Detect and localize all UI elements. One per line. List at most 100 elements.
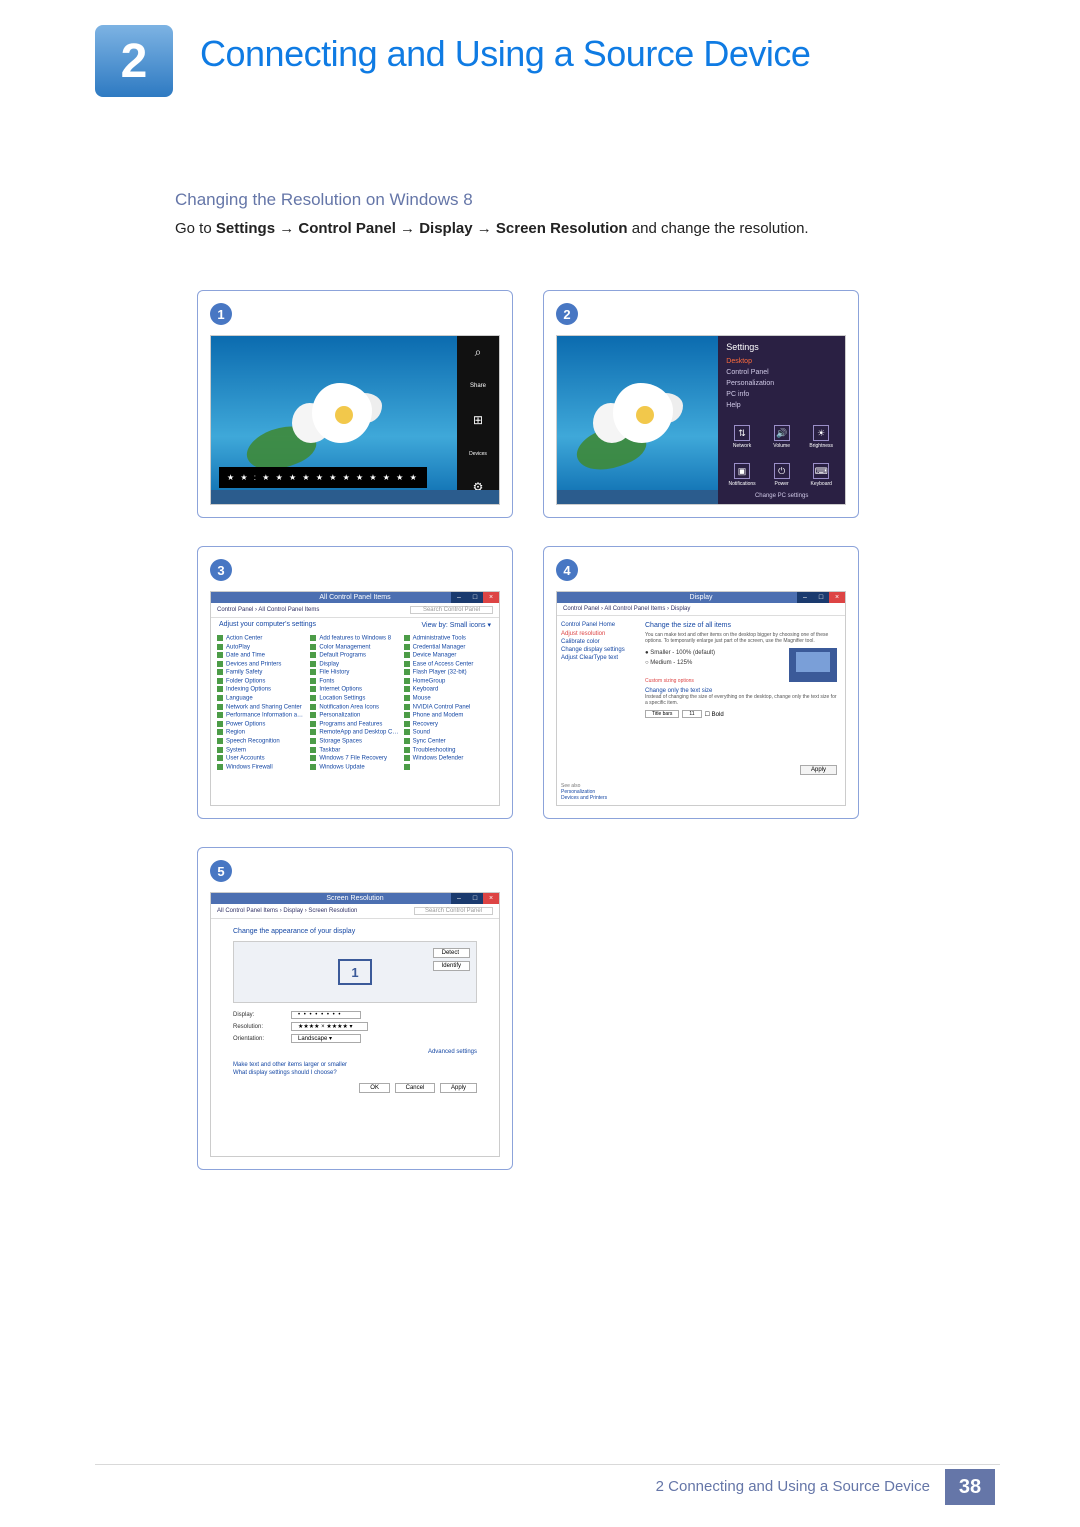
brightness-icon[interactable]: ☀Brightness (805, 425, 837, 449)
taskbar[interactable] (557, 490, 718, 504)
power-icon[interactable]: ⏻Power (766, 463, 798, 487)
sidebar-link[interactable]: Calibrate color (561, 638, 633, 646)
settings-item[interactable]: Personalization (726, 378, 837, 389)
control-panel-item[interactable]: Windows 7 File Recovery (310, 755, 399, 762)
keyboard-icon[interactable]: ⌨Keyboard (805, 463, 837, 487)
control-panel-item[interactable]: Windows Update (310, 764, 399, 771)
control-panel-item[interactable]: Recovery (404, 721, 493, 728)
search-icon[interactable]: ⌕ (457, 336, 499, 370)
control-panel-item[interactable]: Flash Player (32-bit) (404, 669, 493, 676)
search-input[interactable]: Search Control Panel (410, 606, 493, 614)
maximize-icon[interactable]: □ (467, 893, 483, 904)
control-panel-item[interactable]: Administrative Tools (404, 635, 493, 642)
notifications-icon[interactable]: ▣Notifications (726, 463, 758, 487)
close-icon[interactable]: × (829, 592, 845, 603)
advanced-settings-link[interactable]: Advanced settings (233, 1049, 477, 1055)
breadcrumb[interactable]: Control Panel › All Control Panel Items … (557, 603, 845, 616)
display-help-link[interactable]: What display settings should I choose? (233, 1069, 477, 1077)
apply-button[interactable]: Apply (800, 765, 837, 775)
minimize-icon[interactable]: – (451, 592, 467, 603)
control-panel-item[interactable]: Ease of Access Center (404, 661, 493, 668)
charms-bar[interactable]: ⌕ Share ⊞ Devices ⚙ (457, 336, 499, 504)
cancel-button[interactable]: Cancel (395, 1083, 436, 1093)
control-panel-item[interactable]: Color Management (310, 644, 399, 651)
control-panel-item[interactable]: Language (217, 695, 306, 702)
settings-item[interactable]: Help (726, 400, 837, 411)
control-panel-item[interactable]: Speech Recognition (217, 738, 306, 745)
control-panel-item[interactable]: Action Center (217, 635, 306, 642)
control-panel-item[interactable]: Display (310, 661, 399, 668)
control-panel-item[interactable]: Indexing Options (217, 686, 306, 693)
start-icon[interactable]: ⊞ (457, 403, 499, 437)
control-panel-item[interactable]: Performance Information and Tools (217, 712, 306, 719)
settings-item[interactable]: PC info (726, 389, 837, 400)
breadcrumb[interactable]: All Control Panel Items › Display › Scre… (211, 904, 499, 919)
control-panel-item[interactable] (404, 764, 493, 771)
network-icon[interactable]: ⇅Network (726, 425, 758, 449)
control-panel-item[interactable]: Family Safety (217, 669, 306, 676)
sidebar-link[interactable]: Adjust ClearType text (561, 654, 633, 662)
control-panel-item[interactable]: RemoteApp and Desktop Connections (310, 729, 399, 736)
minimize-icon[interactable]: – (797, 592, 813, 603)
detect-button[interactable]: Detect (433, 948, 470, 958)
settings-item[interactable]: Control Panel (726, 367, 837, 378)
control-panel-item[interactable]: Folder Options (217, 678, 306, 685)
control-panel-item[interactable]: Devices and Printers (217, 661, 306, 668)
ok-button[interactable]: OK (359, 1083, 390, 1093)
control-panel-item[interactable]: Location Settings (310, 695, 399, 702)
control-panel-item[interactable]: Troubleshooting (404, 747, 493, 754)
control-panel-item[interactable]: User Accounts (217, 755, 306, 762)
close-icon[interactable]: × (483, 893, 499, 904)
size-select[interactable]: 11 (682, 710, 701, 718)
control-panel-item[interactable]: Credential Manager (404, 644, 493, 651)
display-select[interactable]: • • • • • • • • (291, 1011, 361, 1019)
control-panel-item[interactable]: Windows Firewall (217, 764, 306, 771)
control-panel-item[interactable]: Programs and Features (310, 721, 399, 728)
control-panel-item[interactable]: Fonts (310, 678, 399, 685)
control-panel-item[interactable]: Network and Sharing Center (217, 704, 306, 711)
control-panel-item[interactable]: Personalization (310, 712, 399, 719)
control-panel-item[interactable]: AutoPlay (217, 644, 306, 651)
control-panel-item[interactable]: Notification Area Icons (310, 704, 399, 711)
bold-checkbox[interactable]: ☐ Bold (705, 711, 724, 718)
control-panel-item[interactable]: NVIDIA Control Panel (404, 704, 493, 711)
volume-icon[interactable]: 🔊Volume (766, 425, 798, 449)
control-panel-item[interactable]: Region (217, 729, 306, 736)
control-panel-item[interactable]: Windows Defender (404, 755, 493, 762)
sidebar-link[interactable]: Adjust resolution (561, 630, 633, 638)
share-icon[interactable]: Share (457, 370, 499, 404)
control-panel-item[interactable]: System (217, 747, 306, 754)
apply-button[interactable]: Apply (440, 1083, 477, 1093)
identify-button[interactable]: Identify (433, 961, 470, 971)
view-by-selector[interactable]: View by: Small icons ▾ (421, 621, 491, 629)
minimize-icon[interactable]: – (451, 893, 467, 904)
item-select[interactable]: Title bars (645, 710, 679, 718)
sidebar-home[interactable]: Control Panel Home (561, 622, 633, 628)
control-panel-item[interactable]: Phone and Modem (404, 712, 493, 719)
control-panel-item[interactable]: HomeGroup (404, 678, 493, 685)
control-panel-item[interactable]: Power Options (217, 721, 306, 728)
control-panel-item[interactable]: Storage Spaces (310, 738, 399, 745)
resolution-select[interactable]: ★★★★ × ★★★★ ▾ (291, 1022, 368, 1031)
settings-item[interactable]: Desktop (726, 356, 837, 367)
control-panel-item[interactable]: Keyboard (404, 686, 493, 693)
control-panel-item[interactable]: File History (310, 669, 399, 676)
control-panel-item[interactable]: Mouse (404, 695, 493, 702)
breadcrumb[interactable]: Control Panel › All Control Panel Items … (211, 603, 499, 618)
taskbar[interactable] (211, 490, 499, 504)
control-panel-item[interactable]: Taskbar (310, 747, 399, 754)
search-input[interactable]: Search Control Panel (414, 907, 493, 915)
maximize-icon[interactable]: □ (813, 592, 829, 603)
close-icon[interactable]: × (483, 592, 499, 603)
control-panel-item[interactable]: Date and Time (217, 652, 306, 659)
control-panel-item[interactable]: Sound (404, 729, 493, 736)
see-also-link[interactable]: Devices and Printers (561, 795, 607, 801)
monitor-icon[interactable]: 1 (338, 959, 372, 985)
resize-text-link[interactable]: Make text and other items larger or smal… (233, 1061, 477, 1069)
sidebar-link[interactable]: Change display settings (561, 646, 633, 654)
control-panel-item[interactable]: Default Programs (310, 652, 399, 659)
control-panel-item[interactable]: Sync Center (404, 738, 493, 745)
control-panel-item[interactable]: Internet Options (310, 686, 399, 693)
devices-icon[interactable]: Devices (457, 437, 499, 471)
orientation-select[interactable]: Landscape ▾ (291, 1034, 361, 1043)
